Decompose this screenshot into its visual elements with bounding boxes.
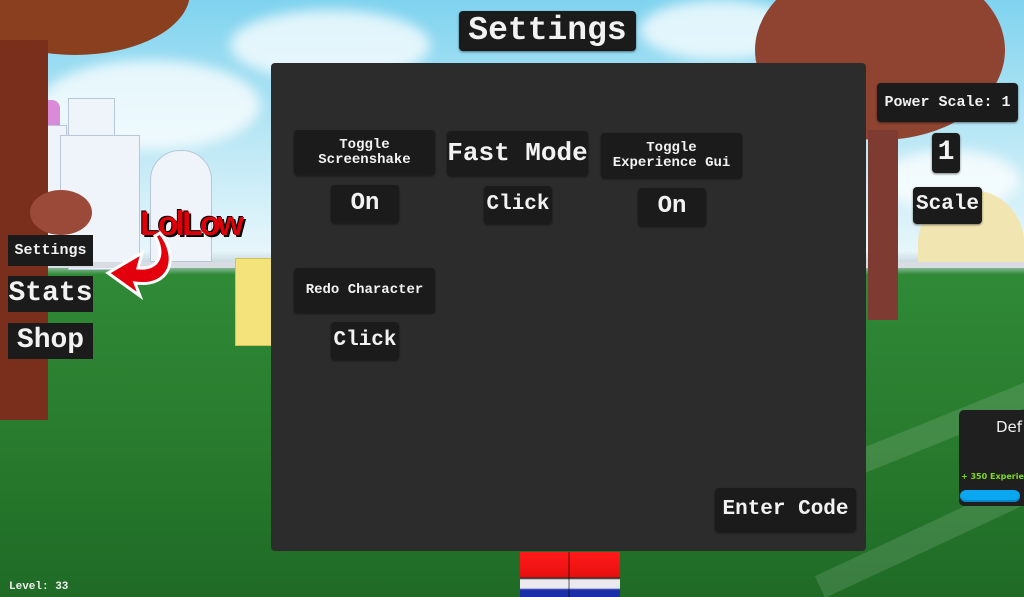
toggle-screenshake-button[interactable]: On (331, 185, 399, 223)
fast-mode-button[interactable]: Click (484, 186, 552, 224)
menu-stats-button[interactable]: Stats (8, 276, 93, 312)
settings-panel: Toggle Screenshake On Fast Mode Click To… (271, 63, 866, 551)
enter-code-button[interactable]: Enter Code (715, 488, 856, 532)
player-level: Level: 33 (9, 581, 69, 593)
fast-mode-label: Fast Mode (447, 131, 588, 176)
menu-settings-button[interactable]: Settings (8, 235, 93, 266)
quest-reward: + 350 Experience (961, 472, 1024, 481)
curved-arrow-icon (105, 231, 172, 301)
menu-shop-button[interactable]: Shop (8, 323, 93, 359)
power-scale-value: 1 (932, 133, 960, 173)
power-scale-label: Power Scale: 1 (877, 83, 1018, 122)
redo-character-button[interactable]: Click (331, 322, 399, 360)
toggle-experience-gui-label: Toggle Experience Gui (601, 133, 742, 178)
tree (30, 190, 92, 235)
player-character (520, 552, 620, 597)
quest-progress-bar (960, 490, 1020, 502)
quest-title: Def (996, 418, 1023, 436)
scale-button[interactable]: Scale (913, 187, 982, 224)
quest-card: Def + 350 Experience (959, 410, 1024, 506)
settings-title: Settings (459, 11, 636, 51)
toggle-experience-gui-button[interactable]: On (638, 188, 706, 226)
toggle-screenshake-label: Toggle Screenshake (294, 130, 435, 175)
redo-character-label: Redo Character (294, 268, 435, 313)
tree-trunk (868, 130, 898, 320)
